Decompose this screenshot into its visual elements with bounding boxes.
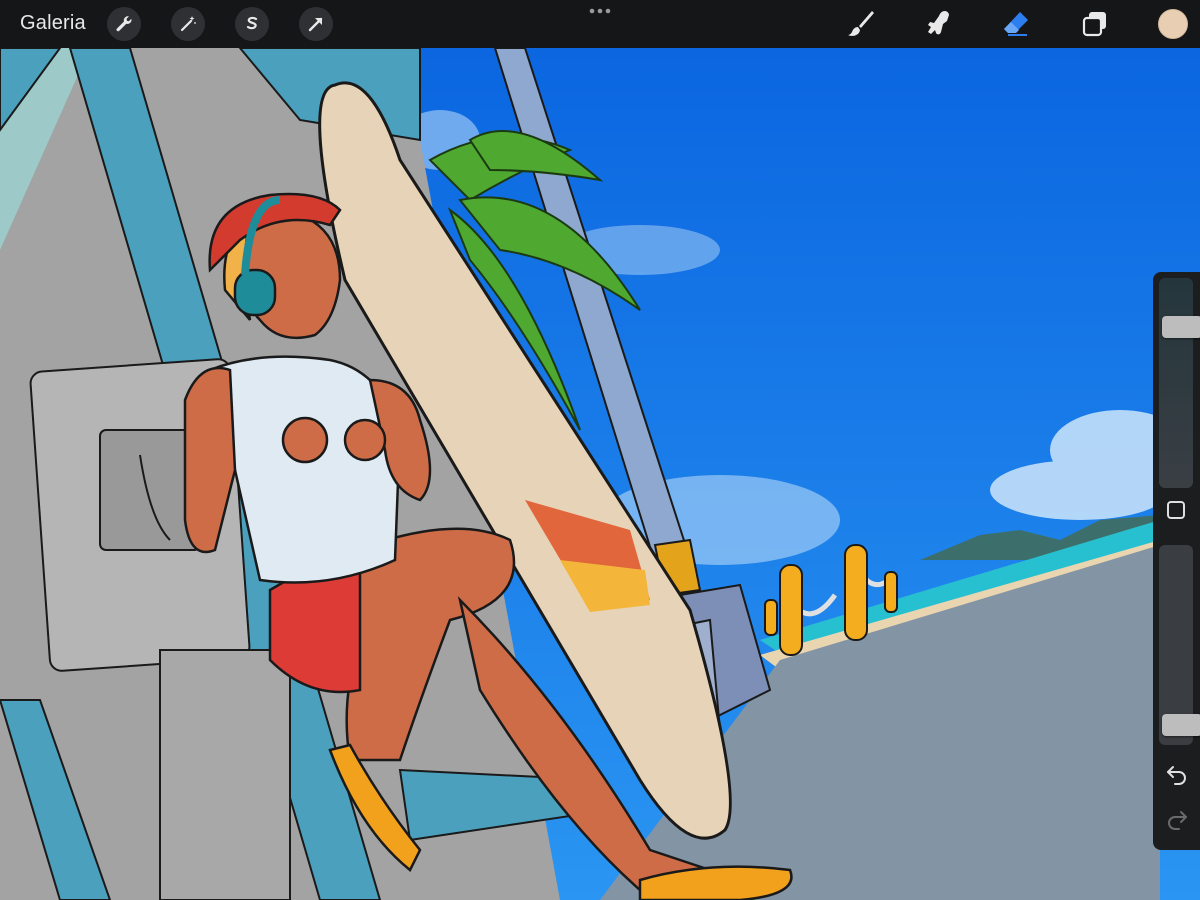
wrench-icon xyxy=(116,16,132,32)
redo-icon[interactable] xyxy=(1165,807,1189,831)
smudge-tool[interactable] xyxy=(923,8,955,40)
selection-button[interactable] xyxy=(235,7,269,41)
brush-opacity-slider[interactable] xyxy=(1159,545,1200,745)
sidebar xyxy=(1153,272,1200,850)
brush-icon xyxy=(848,11,874,36)
top-toolbar: Galeria xyxy=(0,0,1200,48)
adjustments-button[interactable] xyxy=(171,7,205,41)
transform-arrow-icon xyxy=(308,17,323,32)
magic-wand-icon xyxy=(180,16,196,32)
layers-tool[interactable] xyxy=(1079,8,1111,40)
drawing-canvas[interactable] xyxy=(0,48,1200,900)
color-picker-button[interactable] xyxy=(1158,9,1188,39)
eraser-tool[interactable] xyxy=(1000,8,1032,40)
gallery-button[interactable]: Galeria xyxy=(20,12,86,35)
eraser-icon xyxy=(1004,12,1028,36)
brush-size-thumb[interactable] xyxy=(1162,316,1200,338)
smudge-icon xyxy=(928,11,949,35)
undo-icon[interactable] xyxy=(1165,762,1189,786)
more-dots-icon[interactable] xyxy=(588,6,612,16)
artwork xyxy=(0,48,1200,900)
layers-icon xyxy=(1082,12,1106,37)
actions-button[interactable] xyxy=(107,7,141,41)
brush-tool[interactable] xyxy=(845,8,877,40)
transform-button[interactable] xyxy=(299,7,333,41)
brush-size-slider[interactable] xyxy=(1159,278,1200,488)
selection-s-icon xyxy=(246,16,258,30)
modify-square-icon[interactable] xyxy=(1165,499,1187,521)
brush-opacity-thumb[interactable] xyxy=(1162,714,1200,736)
